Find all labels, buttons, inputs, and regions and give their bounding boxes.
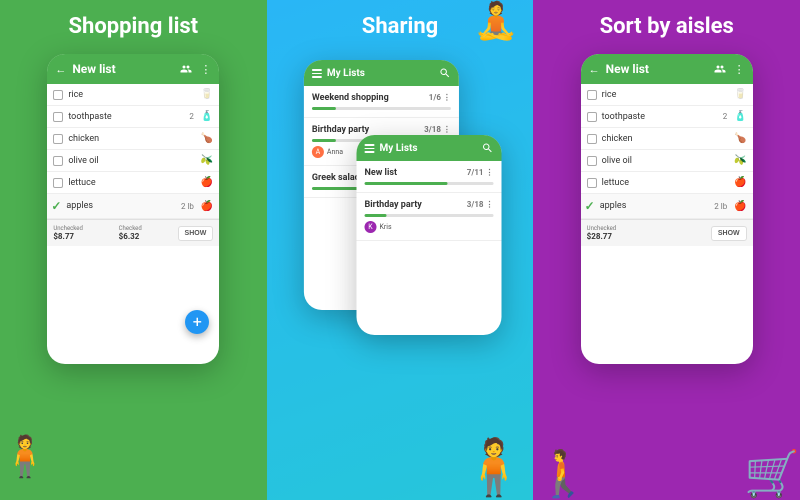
list-item[interactable]: chicken 🍗 (581, 128, 753, 150)
list-item[interactable]: rice 🥛 (581, 84, 753, 106)
shopping-list-3: rice 🥛 toothpaste 2 🧴 chicken 🍗 olive oi (581, 84, 753, 219)
progress-fill (365, 182, 448, 185)
back-icon[interactable]: ← (589, 63, 600, 76)
unchecked-label: Unchecked (53, 225, 83, 232)
show-button[interactable]: SHOW (178, 226, 214, 241)
checkbox-chicken[interactable] (53, 134, 63, 144)
phone1-header-title: New list (72, 62, 172, 76)
checkmark-icon: ✓ (51, 199, 61, 213)
list-card-title: Birthday party 3/18 ⋮ (312, 125, 451, 135)
progress-bar (365, 214, 494, 217)
checked-label: Checked (119, 225, 142, 232)
phone1-header: ← New list ⋮ (47, 54, 219, 84)
back-icon[interactable]: ← (55, 63, 66, 76)
panel-shopping-list: Shopping list ← New list ⋮ rice 🥛 toothp… (0, 0, 267, 500)
phone-mockup-3: ← New list ⋮ rice 🥛 toothpaste 2 (581, 54, 753, 364)
unchecked-label: Unchecked (587, 225, 617, 232)
list-item[interactable]: chicken 🍗 (47, 128, 219, 150)
checkmark-icon: ✓ (585, 199, 595, 213)
list-item[interactable]: toothpaste 2 🧴 (47, 106, 219, 128)
search-icon[interactable] (482, 142, 494, 154)
list-item[interactable]: olive oil 🫒 (581, 150, 753, 172)
figure-left: 🧍 (0, 433, 50, 480)
list-item[interactable]: rice 🥛 (47, 84, 219, 106)
list-card-user: K Kris (365, 221, 494, 233)
shopping-list-1: rice 🥛 toothpaste 2 🧴 chicken 🍗 olive oi… (47, 84, 219, 219)
progress-bar (312, 107, 451, 110)
checkbox-toothpaste[interactable] (53, 112, 63, 122)
unchecked-group: Unchecked $8.77 (53, 225, 83, 241)
unchecked-price: $28.77 (587, 232, 617, 241)
list-card-title: Weekend shopping 1/6 ⋮ (312, 93, 451, 103)
phone3-header-title: New list (606, 62, 706, 76)
panel2-title: Sharing (352, 0, 448, 50)
progress-fill (312, 139, 336, 142)
progress-fill (365, 214, 387, 217)
phone-mockup-1: ← New list ⋮ rice 🥛 toothpaste 2 🧴 ch (47, 54, 219, 364)
list-item[interactable]: lettuce 🍎 (47, 172, 219, 194)
phone1-footer: Unchecked $8.77 Checked $6.32 SHOW (47, 219, 219, 246)
back-phone-title: My Lists (327, 68, 434, 79)
sitting-figure: 🧘 (474, 0, 519, 42)
hamburger-icon[interactable] (312, 69, 322, 78)
share-icon[interactable] (178, 61, 194, 77)
list-item-checked[interactable]: ✓ apples 2 lb 🍎 (47, 194, 219, 219)
list-card-title: Birthday party 3/18 ⋮ (365, 200, 494, 210)
list-card-birthday2[interactable]: Birthday party 3/18 ⋮ K Kris (357, 193, 502, 241)
list-item[interactable]: lettuce 🍎 (581, 172, 753, 194)
list-item-checked[interactable]: ✓ apples 2 lb 🍎 (581, 194, 753, 219)
fab-add-button[interactable]: + (185, 310, 209, 334)
list-item[interactable]: toothpaste 2 🧴 (581, 106, 753, 128)
checkbox-rice[interactable] (53, 90, 63, 100)
panel2-content: My Lists Weekend shopping 1/6 ⋮ Birthday… (267, 50, 534, 500)
checkbox-chicken[interactable] (587, 134, 597, 144)
front-phone-title: My Lists (380, 143, 477, 154)
menu-icon[interactable]: ⋮ (200, 63, 211, 76)
list-card-newlist[interactable]: New list 7/11 ⋮ (357, 161, 502, 193)
front-phone-header: My Lists (357, 135, 502, 161)
unchecked-group: Unchecked $28.77 (587, 225, 617, 241)
checkbox-rice[interactable] (587, 90, 597, 100)
search-icon[interactable] (439, 67, 451, 79)
panel3-title: Sort by aisles (590, 0, 744, 50)
progress-fill (312, 107, 336, 110)
checkbox-toothpaste[interactable] (587, 112, 597, 122)
list-item[interactable]: olive oil 🫒 (47, 150, 219, 172)
panel-sort-aisles: Sort by aisles ← New list ⋮ rice 🥛 (533, 0, 800, 500)
checked-price: $6.32 (119, 232, 142, 241)
unchecked-price: $8.77 (53, 232, 83, 241)
user-avatar: A (312, 146, 324, 158)
menu-icon[interactable]: ⋮ (734, 63, 745, 76)
panel1-title: Shopping list (59, 0, 209, 50)
user-avatar: K (365, 221, 377, 233)
front-phone: My Lists New list 7/11 ⋮ Birthday party … (357, 135, 502, 335)
checked-group: Checked $6.32 (119, 225, 142, 241)
list-card-weekend[interactable]: Weekend shopping 1/6 ⋮ (304, 86, 459, 118)
phone3-footer: Unchecked $28.77 SHOW (581, 219, 753, 246)
list-card-title: New list 7/11 ⋮ (365, 168, 494, 178)
phone3-header: ← New list ⋮ (581, 54, 753, 84)
show-button[interactable]: SHOW (711, 226, 747, 241)
checkbox-oliveoil[interactable] (587, 156, 597, 166)
panel-sharing: Sharing 🧘 My Lists Weekend shopping 1/6 … (267, 0, 534, 500)
checkbox-lettuce[interactable] (587, 178, 597, 188)
back-phone-header: My Lists (304, 60, 459, 86)
hamburger-icon[interactable] (365, 144, 375, 153)
shopping-figure: 🛒 (744, 447, 800, 500)
checkbox-lettuce[interactable] (53, 178, 63, 188)
progress-bar (365, 182, 494, 185)
share-icon[interactable] (712, 61, 728, 77)
standing-figure: 🧍 (460, 436, 528, 500)
checkbox-oliveoil[interactable] (53, 156, 63, 166)
walking-figure: 🚶 (535, 447, 591, 500)
